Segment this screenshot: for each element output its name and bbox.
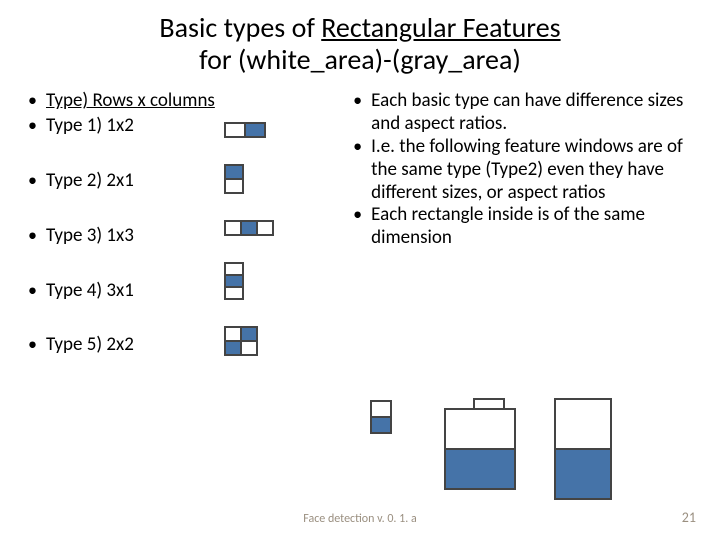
feature-type3-icon xyxy=(224,220,274,236)
right-item-1: Each basic type can have difference size… xyxy=(349,90,696,136)
page-number: 21 xyxy=(682,509,696,526)
title-underlined: Rectangular Features xyxy=(321,10,560,45)
content-area: Type) Rows x columns Type 1) 1x2 Type 2)… xyxy=(0,76,720,357)
right-item-3: Each rectangle inside is of the same dim… xyxy=(349,204,696,250)
left-item-4: Type 4) 3x1 xyxy=(24,280,341,303)
right-column: Each basic type can have difference size… xyxy=(341,90,696,357)
title-line2: for (white_area)-(gray_area) xyxy=(199,42,521,77)
feature-type4-icon xyxy=(224,262,244,300)
feature-type5-icon xyxy=(224,326,258,356)
title-prefix: Basic types of xyxy=(159,10,321,45)
footer-text: Face detection v. 0. 1. a xyxy=(0,512,720,526)
type2-example-1 xyxy=(370,400,392,434)
left-column: Type) Rows x columns Type 1) 1x2 Type 2)… xyxy=(24,90,341,357)
left-item-5: Type 5) 2x2 xyxy=(24,334,341,357)
feature-type2-icon xyxy=(224,164,244,194)
slide-title: Basic types of Rectangular Features for … xyxy=(0,0,720,76)
right-item-2: I.e. the following feature windows are o… xyxy=(349,136,696,204)
left-item-2: Type 2) 2x1 xyxy=(24,170,341,193)
type2-example-3 xyxy=(444,408,516,490)
left-heading-text: Type) Rows x columns xyxy=(46,89,215,112)
type2-example-2 xyxy=(473,398,505,420)
left-list: Type) Rows x columns Type 1) 1x2 Type 2)… xyxy=(24,90,341,357)
feature-type1-icon xyxy=(224,122,266,138)
right-list: Each basic type can have difference size… xyxy=(349,90,696,250)
left-item-3: Type 3) 1x3 xyxy=(24,225,341,248)
left-heading: Type) Rows x columns xyxy=(24,90,341,113)
type2-example-4 xyxy=(554,398,612,500)
left-item-1: Type 1) 1x2 xyxy=(24,115,341,138)
